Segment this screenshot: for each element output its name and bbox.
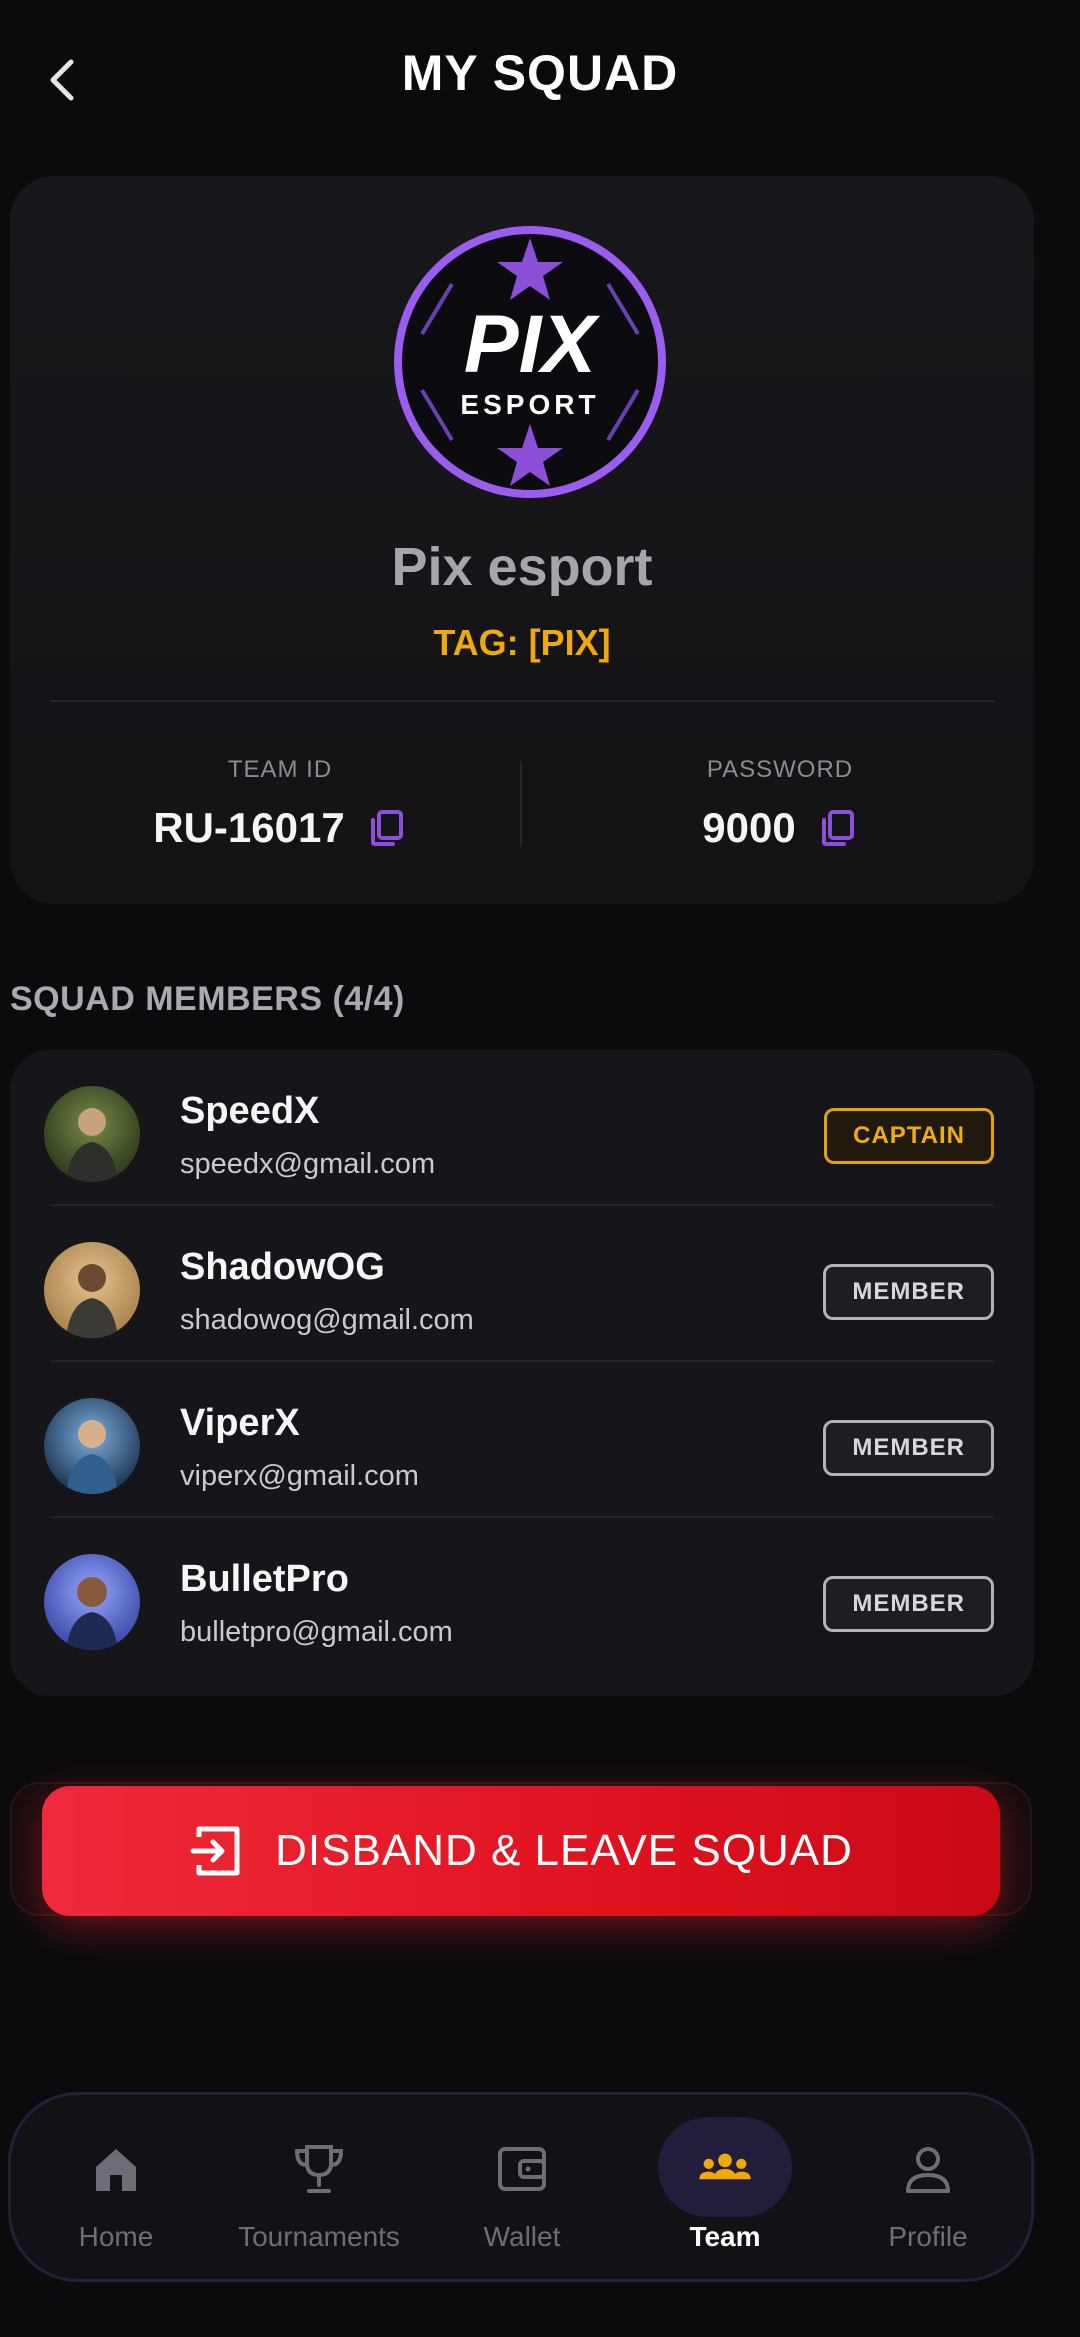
member-email: shadowog@gmail.com <box>180 1304 474 1336</box>
avatar <box>44 1086 140 1182</box>
profile-icon <box>898 2139 958 2199</box>
member-name: ShadowOG <box>180 1246 385 1288</box>
member-name: ViperX <box>180 1402 300 1444</box>
copy-team-id-button[interactable] <box>367 808 407 848</box>
wallet-icon <box>492 2139 552 2199</box>
member-row[interactable]: ViperX viperx@gmail.com MEMBER <box>10 1362 1034 1518</box>
nav-team[interactable]: Team <box>622 2095 828 2279</box>
disband-leave-squad-button[interactable]: DISBAND & LEAVE SQUAD <box>42 1786 1000 1916</box>
nav-label: Wallet <box>483 2221 561 2252</box>
role-badge: MEMBER <box>823 1264 994 1320</box>
member-row[interactable]: SpeedX speedx@gmail.com CAPTAIN <box>10 1050 1034 1206</box>
member-email: viperx@gmail.com <box>180 1460 419 1492</box>
avatar <box>44 1242 140 1338</box>
nav-label: Profile <box>888 2221 968 2252</box>
nav-tournaments[interactable]: Tournaments <box>216 2095 422 2279</box>
nav-profile[interactable]: Profile <box>825 2095 1031 2279</box>
team-id-label: TEAM ID <box>227 756 333 783</box>
my-squad-screen: MY SQUAD PIX ESPORT Pix esport TAG: [PIX… <box>0 0 1080 2337</box>
team-card: PIX ESPORT Pix esport TAG: [PIX] TEAM ID… <box>10 176 1034 904</box>
svg-text:PIX: PIX <box>464 299 600 390</box>
divider <box>50 700 994 702</box>
team-tag: TAG: [PIX] <box>433 622 611 663</box>
copy-icon <box>370 810 403 846</box>
team-logo: PIX ESPORT <box>394 226 666 498</box>
role-badge: MEMBER <box>823 1420 994 1476</box>
nav-home[interactable]: Home <box>13 2095 219 2279</box>
role-badge: MEMBER <box>823 1576 994 1632</box>
team-icon <box>695 2139 755 2199</box>
member-row[interactable]: ShadowOG shadowog@gmail.com MEMBER <box>10 1206 1034 1362</box>
password-value: 9000 <box>702 804 796 851</box>
avatar <box>44 1554 140 1650</box>
page-title: MY SQUAD <box>401 45 679 101</box>
member-row[interactable]: BulletPro bulletpro@gmail.com MEMBER <box>10 1518 1034 1674</box>
bottom-nav: Home Tournaments Wallet Team Profile <box>8 2092 1034 2282</box>
stat-separator <box>520 761 522 847</box>
nav-label: Team <box>689 2221 761 2252</box>
team-name: Pix esport <box>391 537 653 597</box>
trophy-icon <box>289 2139 349 2199</box>
nav-label: Home <box>78 2221 154 2252</box>
squad-members-heading: SQUAD MEMBERS (4/4) <box>10 980 405 1018</box>
member-name: SpeedX <box>180 1090 320 1132</box>
avatar <box>44 1398 140 1494</box>
svg-text:ESPORT: ESPORT <box>460 389 599 420</box>
member-name: BulletPro <box>180 1558 349 1600</box>
disband-label: DISBAND & LEAVE SQUAD <box>275 1826 853 1875</box>
exit-icon <box>190 1826 240 1876</box>
copy-icon <box>821 810 854 846</box>
team-id-stat: TEAM ID RU-16017 <box>50 756 510 852</box>
nav-wallet[interactable]: Wallet <box>419 2095 625 2279</box>
password-stat: PASSWORD 9000 <box>550 756 1010 852</box>
nav-label: Tournaments <box>238 2221 400 2252</box>
member-email: speedx@gmail.com <box>180 1148 436 1180</box>
copy-password-button[interactable] <box>818 808 858 848</box>
header: MY SQUAD <box>0 0 1080 160</box>
role-badge: CAPTAIN <box>824 1108 994 1164</box>
password-label: PASSWORD <box>706 756 854 783</box>
home-icon <box>86 2139 146 2199</box>
team-id-value: RU-16017 <box>153 804 345 851</box>
members-list: SpeedX speedx@gmail.com CAPTAIN ShadowOG… <box>10 1050 1034 1696</box>
member-email: bulletpro@gmail.com <box>180 1616 453 1648</box>
